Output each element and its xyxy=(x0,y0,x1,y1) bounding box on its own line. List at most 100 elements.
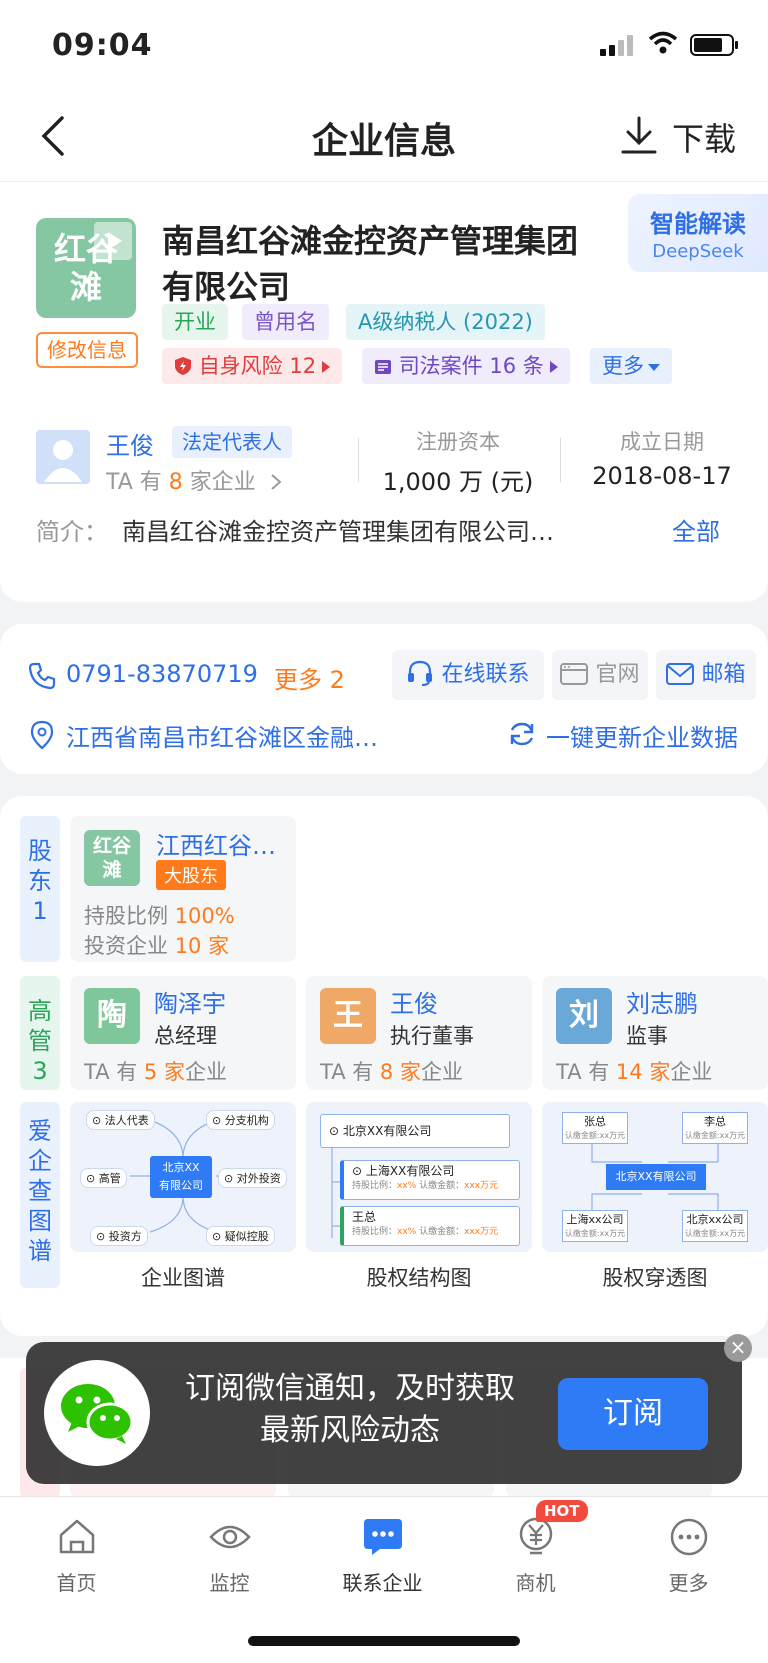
detail-value: xx% xyxy=(397,1227,417,1237)
download-button[interactable]: 下载 xyxy=(672,114,736,160)
shareholder-card[interactable]: 红谷 滩 江西红谷… 大股东 持股比例 100% 投资企业 10 家 xyxy=(70,816,296,962)
founded-label: 成立日期 xyxy=(620,430,704,454)
ai-interpret-button[interactable]: 智能解读 DeepSeek xyxy=(628,194,768,272)
detail-label: 认缴金额： xyxy=(419,1227,465,1237)
more-dots-icon xyxy=(670,1518,707,1556)
side-char: 爱 xyxy=(28,1117,52,1145)
ta-prefix: TA 有 xyxy=(106,470,169,495)
equity-penetration-thumbnail[interactable]: 张总 认缴金额:xx万元 李总 认缴金额:xx万元 北京XX有限公司 上海xx公司认… xyxy=(542,1102,768,1252)
edit-info-button[interactable]: 修改信息 xyxy=(36,332,138,368)
side-char: 谱 xyxy=(28,1237,52,1265)
divider xyxy=(358,438,359,482)
legal-rep-name[interactable]: 王俊 xyxy=(106,426,154,461)
penetration-node-tl: 张总 认缴金额:xx万元 xyxy=(562,1112,628,1144)
chevron-down-icon xyxy=(648,363,660,371)
node-label: 上海xx公司 xyxy=(566,1213,624,1226)
tab-more[interactable]: 更多 xyxy=(612,1517,765,1596)
website-button[interactable]: 官网 xyxy=(552,650,648,700)
enterprise-graph-caption[interactable]: 企业图谱 xyxy=(77,1262,289,1292)
intro-label: 简介： xyxy=(36,518,108,546)
side-char: 查 xyxy=(28,1177,52,1205)
avatar[interactable] xyxy=(36,430,90,484)
arrow-right-icon xyxy=(322,361,331,373)
graph-node: ⊙ 法人代表 xyxy=(86,1110,155,1130)
detail-value: xxx万元 xyxy=(464,1227,499,1237)
download-icon[interactable] xyxy=(620,116,658,156)
node-amount: 认缴金额:xx万元 xyxy=(684,1131,746,1140)
penetration-node-br: 北京xx公司 认缴金额:xx万元 xyxy=(682,1210,748,1242)
tab-contact-company[interactable]: 联系企业 xyxy=(306,1517,459,1596)
address-text[interactable]: 江西省南昌市红谷滩区金融… xyxy=(66,718,426,753)
center-line1: 北京XX xyxy=(162,1161,200,1174)
judicial-case-label: 司法案件 16 条 xyxy=(398,354,544,378)
legal-rep-companies[interactable]: TA 有 8 家企业 xyxy=(106,464,283,496)
penetration-node-tr: 李总 认缴金额:xx万元 xyxy=(682,1112,748,1144)
company-card: 红谷 滩 修改信息 南昌红谷滩金控资产管理集团有限公司 智能解读 DeepSee… xyxy=(0,182,768,602)
penetration-node-bl: 上海xx公司 认缴金额:xx万元 xyxy=(562,1210,628,1242)
bulb-yuan-icon xyxy=(519,1517,552,1555)
tab-label: 监控 xyxy=(209,1571,250,1595)
equity-structure-caption[interactable]: 股权结构图 xyxy=(313,1262,525,1292)
wechat-icon xyxy=(61,1384,134,1444)
exec-companies: TA 有 14 家企业 xyxy=(556,1056,712,1086)
subscribe-message: 订阅微信通知，及时获取最新风险动态 xyxy=(185,1371,515,1448)
self-risk-tag[interactable]: 自身风险 12 xyxy=(162,348,343,384)
graph-node: ⊙ 分支机构 xyxy=(206,1110,275,1130)
online-contact-button[interactable]: 在线联系 xyxy=(392,650,544,700)
exec-card[interactable]: 刘 刘志鹏 监事 TA 有 14 家企业 xyxy=(542,976,768,1090)
status-time: 09:04 xyxy=(52,28,153,63)
exec-companies: TA 有 8 家企业 xyxy=(320,1056,463,1086)
detail-label: 持股比例： xyxy=(352,1181,398,1191)
logo-text-line2: 滩 xyxy=(69,268,102,306)
email-button[interactable]: 邮箱 xyxy=(656,650,756,700)
equity-penetration-caption[interactable]: 股权穿透图 xyxy=(549,1262,761,1292)
former-name-tag[interactable]: 曾用名 xyxy=(242,304,329,340)
node-label: 投资方 xyxy=(108,1230,142,1243)
exec-side-label[interactable]: 高 管 3 xyxy=(20,976,60,1090)
location-pin-icon xyxy=(30,720,54,750)
side-char: 股 xyxy=(28,837,52,865)
tab-home[interactable]: 首页 xyxy=(0,1517,153,1596)
detail-value: xxx万元 xyxy=(464,1181,499,1191)
side-char: 企 xyxy=(28,1147,52,1175)
exec-card[interactable]: 陶 陶泽宇 总经理 TA 有 5 家企业 xyxy=(70,976,296,1090)
relations-card: 股 东 1 红谷 滩 江西红谷… 大股东 持股比例 100% 投资企业 10 家… xyxy=(0,796,768,1336)
exec-card[interactable]: 王 王俊 执行董事 TA 有 8 家企业 xyxy=(306,976,532,1090)
tab-label: 联系企业 xyxy=(342,1571,423,1595)
close-icon[interactable]: × xyxy=(724,1334,752,1362)
refresh-icon xyxy=(510,722,534,746)
exec-name: 陶泽宇 xyxy=(154,990,226,1018)
graph-node: ⊙ 高管 xyxy=(80,1168,127,1188)
company-name: 南昌红谷滩金控资产管理集团有限公司 xyxy=(162,222,579,306)
wifi-icon xyxy=(648,31,678,54)
judicial-case-tag[interactable]: 司法案件 16 条 xyxy=(362,348,570,384)
home-indicator[interactable] xyxy=(248,1636,520,1646)
side-char: 1 xyxy=(32,897,48,925)
website-label: 官网 xyxy=(595,662,640,687)
refresh-data-button[interactable]: 一键更新企业数据 xyxy=(546,718,738,753)
more-tags-button[interactable]: 更多 xyxy=(590,348,672,384)
detail-label: 持股比例： xyxy=(352,1227,398,1237)
phone-number[interactable]: 0791-83870719 xyxy=(66,660,258,688)
capital-label: 注册资本 xyxy=(416,430,500,454)
shareholder-side-label[interactable]: 股 东 1 xyxy=(20,816,60,962)
enterprise-graph-thumbnail[interactable]: 北京XX 有限公司 ⊙ 法人代表 ⊙ 分支机构 ⊙ 高管 ⊙ 对外投资 ⊙ 投资… xyxy=(70,1102,296,1252)
invest-count: 投资企业 10 家 xyxy=(84,930,229,960)
tab-opportunity[interactable]: 商机 xyxy=(459,1517,612,1596)
ta-suffix: 家企业 xyxy=(182,470,256,495)
subscribe-button[interactable]: 订阅 xyxy=(558,1378,708,1450)
tab-monitor[interactable]: 监控 xyxy=(153,1517,306,1596)
play-icon[interactable] xyxy=(94,222,132,260)
intro-all-link[interactable]: 全部 xyxy=(672,512,720,547)
phone-more-link[interactable]: 更多 2 xyxy=(274,660,345,695)
eye-icon xyxy=(208,1525,251,1549)
equity-structure-thumbnail[interactable]: ⊙ 北京XX有限公司 ⊙ 上海XX有限公司 持股比例：xx% 认缴金额：xxx万… xyxy=(306,1102,532,1252)
mail-icon xyxy=(666,663,695,685)
exec-avatar: 王 xyxy=(320,988,376,1044)
ratio-label: 持股比例 xyxy=(84,904,175,928)
capital-value: 1,000 万 (元) xyxy=(382,468,534,496)
graph-side-label[interactable]: 爱 企 查 图 谱 xyxy=(20,1102,60,1288)
exec-role: 执行董事 xyxy=(390,1024,474,1048)
side-char: 3 xyxy=(32,1057,48,1085)
status-tag-open: 开业 xyxy=(162,304,228,340)
